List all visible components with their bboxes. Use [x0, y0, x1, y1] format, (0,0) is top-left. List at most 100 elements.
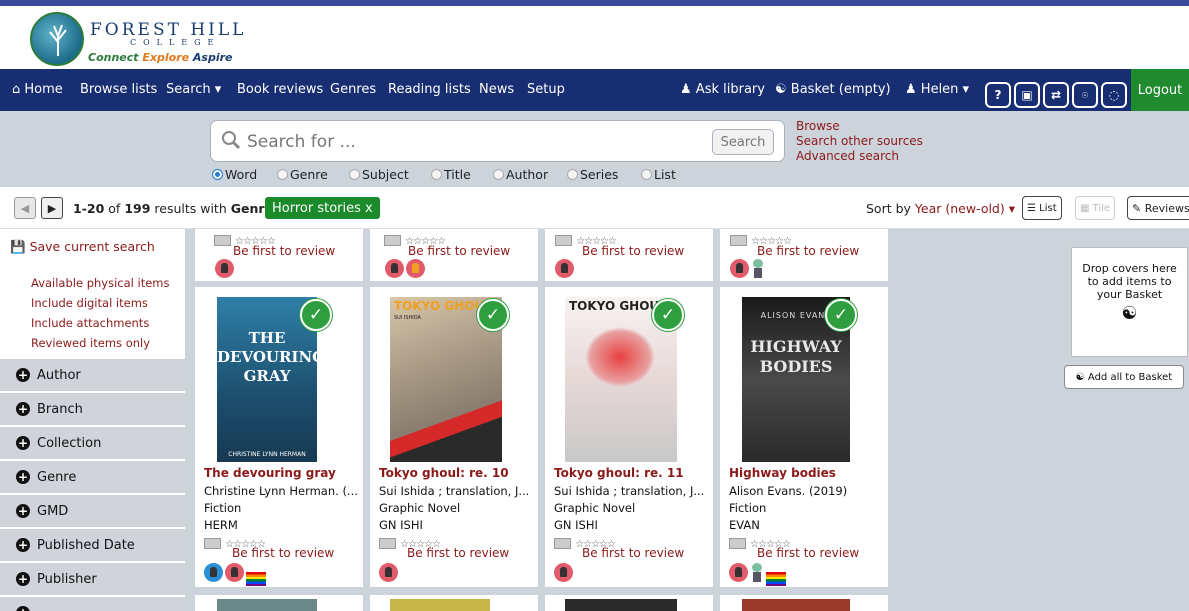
review-link[interactable]: Be first to review: [757, 546, 859, 560]
facet-publisher[interactable]: + Publisher: [0, 563, 185, 596]
review-link[interactable]: Be first to review: [232, 546, 334, 560]
search-band: Search for ... Search Browse Search othe…: [0, 111, 1189, 187]
book-title[interactable]: The devouring gray: [204, 466, 336, 480]
nav-user-menu[interactable]: ♟ Helen ▾: [905, 82, 969, 97]
radio-series[interactable]: Series: [567, 167, 618, 182]
facet-gmd[interactable]: + GMD: [0, 495, 185, 528]
book-title[interactable]: Tokyo ghoul: re. 11: [554, 466, 684, 480]
basket-icon: ☯: [1121, 303, 1138, 324]
result-card-partial: [195, 595, 363, 611]
book-author: Sui Ishida ; translation, J...: [554, 484, 705, 498]
prev-page-icon[interactable]: ◀: [14, 197, 36, 219]
basket-drop-zone[interactable]: Drop covers here to add items to your Ba…: [1071, 247, 1188, 357]
ebook-icon[interactable]: ▣: [1014, 82, 1040, 108]
loading-icon[interactable]: ◌: [1101, 82, 1127, 108]
facet-branch[interactable]: + Branch: [0, 393, 185, 426]
audience-badge-icon: [385, 259, 404, 278]
basket-icon: ☯: [1075, 371, 1085, 383]
list-view-button[interactable]: ☰ List: [1022, 196, 1062, 220]
next-page-icon[interactable]: ▶: [41, 197, 63, 219]
radio-list[interactable]: List: [641, 167, 676, 182]
nav-news[interactable]: News: [479, 82, 514, 97]
radio-author[interactable]: Author: [493, 167, 548, 182]
result-card[interactable]: ALISON EVANS HIGHWAY BODIES ✓ Highway bo…: [720, 287, 888, 587]
browse-link[interactable]: Browse: [796, 119, 923, 134]
book-icon: [384, 235, 401, 246]
book-call-number: HERM: [204, 518, 238, 532]
help-icon[interactable]: ?: [985, 82, 1011, 108]
result-card[interactable]: TOKYO GHOUL ✓ Tokyo ghoul: re. 11 Sui Is…: [545, 287, 713, 587]
review-link[interactable]: Be first to review: [408, 244, 510, 258]
filter-available-physical[interactable]: Available physical items: [31, 273, 169, 293]
facet-more[interactable]: +: [0, 597, 185, 611]
radio-icon: [567, 169, 578, 180]
radio-word[interactable]: Word: [212, 167, 257, 182]
results-count: 1-20 of 199 results with Genre =: [73, 201, 288, 216]
add-all-to-basket-button[interactable]: ☯ Add all to Basket: [1064, 365, 1184, 389]
nav-home[interactable]: ⌂ Home: [12, 82, 63, 97]
nav-reading-lists[interactable]: Reading lists: [388, 82, 471, 97]
pride-flag-icon: [766, 571, 786, 586]
nav-browse-lists[interactable]: Browse lists: [80, 82, 157, 97]
book-cover: [390, 599, 490, 611]
radio-genre[interactable]: Genre: [277, 167, 328, 182]
book-icon: [214, 235, 231, 246]
nav-ask-library[interactable]: ♟ Ask library: [680, 82, 765, 97]
warning-badge-icon: [406, 259, 425, 278]
facet-genre[interactable]: + Genre: [0, 461, 185, 494]
review-link[interactable]: Be first to review: [233, 244, 335, 258]
result-card[interactable]: THE DEVOURING GRAY CHRISTINE LYNN HERMAN…: [195, 287, 363, 587]
basket-panel: Drop covers here to add items to your Ba…: [1052, 229, 1189, 611]
radio-icon: [277, 169, 288, 180]
nav-book-reviews[interactable]: Book reviews: [237, 82, 323, 97]
tile-view-button[interactable]: ▦ Tile: [1075, 196, 1116, 220]
search-input[interactable]: Search for ...: [247, 132, 356, 152]
book-icon: [379, 538, 396, 549]
review-link[interactable]: Be first to review: [407, 546, 509, 560]
nav-basket[interactable]: ☯ Basket (empty): [775, 82, 891, 97]
filter-include-digital[interactable]: Include digital items: [31, 293, 169, 313]
audience-badge-icon: [555, 259, 574, 278]
facet-published-date[interactable]: + Published Date: [0, 529, 185, 562]
checkmark-icon: ✓: [300, 299, 332, 331]
orbit-icon[interactable]: ☉: [1072, 82, 1098, 108]
nav-search[interactable]: Search ▾: [166, 82, 221, 97]
save-search-link[interactable]: 💾 Save current search: [10, 239, 155, 255]
result-card[interactable]: TOKYO GHOUL SUI ISHIDA ✓ Tokyo ghoul: re…: [370, 287, 538, 587]
filter-links: Available physical items Include digital…: [31, 273, 169, 353]
review-link[interactable]: Be first to review: [757, 244, 859, 258]
book-author: Christine Lynn Herman. (...: [204, 484, 358, 498]
review-link[interactable]: Be first to review: [582, 244, 684, 258]
tile-icon: ▦: [1080, 202, 1090, 214]
book-title[interactable]: Tokyo ghoul: re. 10: [379, 466, 509, 480]
book-author: Alison Evans. (2019): [729, 484, 848, 498]
radio-subject[interactable]: Subject: [349, 167, 409, 182]
transfer-icon[interactable]: ⇄: [1043, 82, 1069, 108]
pride-flag-icon: [246, 571, 266, 586]
search-button[interactable]: Search: [712, 129, 774, 155]
book-call-number: EVAN: [729, 518, 760, 532]
advanced-search-link[interactable]: Advanced search: [796, 149, 923, 164]
plus-icon: +: [16, 606, 30, 611]
book-title[interactable]: Highway bodies: [729, 466, 836, 480]
nav-genres[interactable]: Genres: [330, 82, 376, 97]
filter-include-attachments[interactable]: Include attachments: [31, 313, 169, 333]
sort-by[interactable]: Sort by Year (new-old) ▾: [866, 201, 1015, 216]
result-card-partial: [720, 595, 888, 611]
nav-setup[interactable]: Setup: [527, 82, 565, 97]
reviews-view-button[interactable]: ✎ Reviews: [1127, 196, 1189, 220]
search-icon: [222, 131, 241, 150]
facet-author[interactable]: + Author: [0, 359, 185, 392]
checkmark-icon: ✓: [652, 299, 684, 331]
facet-collection[interactable]: + Collection: [0, 427, 185, 460]
filter-reviewed-only[interactable]: Reviewed items only: [31, 333, 169, 353]
genre-filter-tag[interactable]: Horror stories x: [265, 197, 380, 219]
review-link[interactable]: Be first to review: [582, 546, 684, 560]
college-logo[interactable]: FOREST HILL COLLEGE Connect Explore Aspi…: [18, 10, 243, 68]
logout-button[interactable]: Logout: [1131, 69, 1189, 111]
cover-author: SUI ISHIDA: [394, 315, 421, 321]
basket-icon: ☯: [775, 82, 787, 97]
search-other-sources-link[interactable]: Search other sources: [796, 134, 923, 149]
radio-title[interactable]: Title: [431, 167, 471, 182]
book-icon: [555, 235, 572, 246]
